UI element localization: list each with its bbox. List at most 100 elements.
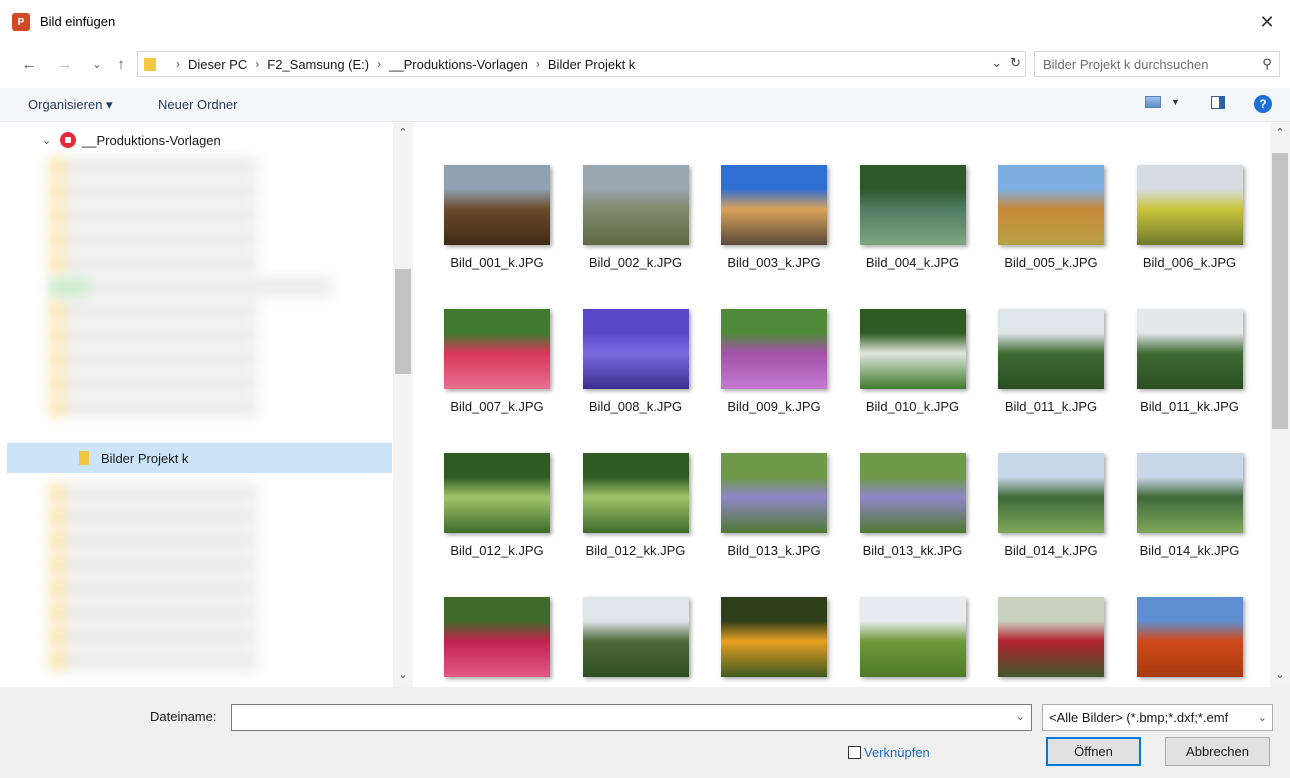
chevron-right-icon: › — [535, 57, 540, 71]
file-type-value: <Alle Bilder> (*.bmp;*.dxf;*.emf — [1049, 710, 1229, 725]
blurred-tree-items — [48, 153, 348, 421]
breadcrumb-item[interactable]: __Produktions-Vorlagen — [389, 57, 528, 72]
file-thumbnail[interactable] — [427, 597, 557, 687]
file-name: Bild_013_kk.JPG — [862, 543, 963, 558]
file-thumbnail[interactable]: Bild_005_k.JPG — [981, 165, 1111, 295]
tree-item-bilder-projekt-k[interactable]: Bilder Projekt k — [7, 443, 392, 473]
image-preview — [721, 309, 827, 389]
image-preview — [444, 597, 550, 677]
file-thumbnail[interactable] — [981, 597, 1111, 687]
scrollbar-thumb[interactable] — [1272, 153, 1288, 429]
file-thumbnail[interactable]: Bild_013_k.JPG — [704, 453, 834, 583]
file-thumbnail[interactable]: Bild_011_k.JPG — [981, 309, 1111, 439]
scroll-up-icon[interactable]: ⌃ — [393, 126, 413, 139]
file-thumbnail[interactable] — [704, 597, 834, 687]
cancel-button[interactable]: Abbrechen — [1165, 737, 1270, 766]
image-preview — [444, 453, 550, 533]
file-name: Bild_003_k.JPG — [727, 255, 821, 270]
image-preview — [1136, 165, 1243, 245]
file-name: Bild_014_k.JPG — [1004, 543, 1098, 558]
file-name: Bild_011_k.JPG — [1004, 399, 1098, 414]
open-button[interactable]: Öffnen — [1046, 737, 1141, 766]
breadcrumb-item[interactable]: Dieser PC — [188, 57, 247, 72]
file-thumbnail[interactable]: Bild_013_kk.JPG — [843, 453, 973, 583]
search-input[interactable]: Bilder Projekt k durchsuchen — [1035, 57, 1255, 72]
close-icon: ✕ — [1259, 11, 1275, 32]
file-thumbnail[interactable]: Bild_008_k.JPG — [566, 309, 696, 439]
folder-icon — [79, 451, 89, 465]
chevron-down-icon: ⌄ — [42, 134, 52, 147]
navigation-bar: ← → ⌄ ↑ › Dieser PC › F2_Samsung (E:) › … — [0, 48, 1290, 80]
file-name: Bild_010_k.JPG — [865, 399, 960, 414]
chevron-right-icon: › — [176, 57, 180, 71]
address-bar[interactable]: › Dieser PC › F2_Samsung (E:) › __Produk… — [137, 51, 1026, 77]
image-preview — [444, 309, 550, 389]
chevron-down-icon[interactable]: ⌄ — [1016, 710, 1025, 723]
preview-pane-button[interactable] — [1211, 96, 1225, 109]
search-icon[interactable]: ⚲ — [1255, 56, 1279, 72]
file-name: Bild_005_k.JPG — [1004, 255, 1098, 270]
file-name: Bild_001_k.JPG — [450, 255, 544, 270]
image-preview — [1136, 453, 1243, 533]
file-thumbnail[interactable] — [843, 597, 973, 687]
image-preview — [721, 597, 827, 677]
file-name: Bild_007_k.JPG — [450, 399, 544, 414]
file-thumbnail[interactable]: Bild_003_k.JPG — [704, 165, 834, 295]
new-folder-button[interactable]: Neuer Ordner — [158, 97, 237, 112]
file-thumbnail[interactable]: Bild_014_kk.JPG — [1120, 453, 1250, 583]
scroll-up-icon[interactable]: ⌃ — [1270, 126, 1290, 139]
scrollbar-thumb[interactable] — [395, 269, 411, 374]
file-thumbnail[interactable]: Bild_002_k.JPG — [566, 165, 696, 295]
file-type-select[interactable]: <Alle Bilder> (*.bmp;*.dxf;*.emf ⌄ — [1042, 704, 1273, 731]
window-title: Bild einfügen — [40, 14, 116, 29]
folder-icon — [144, 57, 156, 71]
navigation-pane-scrollbar[interactable]: ⌃ ⌄ — [393, 123, 413, 687]
file-thumbnail[interactable]: Bild_006_k.JPG — [1120, 165, 1250, 295]
file-name: Bild_006_k.JPG — [1142, 255, 1237, 270]
scroll-down-icon[interactable]: ⌄ — [1270, 668, 1290, 681]
checkbox[interactable] — [848, 746, 861, 759]
image-preview — [582, 165, 689, 245]
refresh-icon[interactable]: ↻ — [1010, 55, 1021, 71]
file-thumbnail[interactable] — [1120, 597, 1250, 687]
change-view-button[interactable]: ▼ — [1145, 96, 1180, 108]
chevron-down-icon: ⌄ — [92, 58, 102, 71]
organize-button[interactable]: Organisieren ▾ — [28, 97, 113, 113]
file-thumbnail[interactable]: Bild_011_kk.JPG — [1120, 309, 1250, 439]
address-dropdown-icon[interactable]: ⌄ — [991, 55, 1002, 71]
file-thumbnail[interactable] — [566, 597, 696, 687]
file-name: Bild_002_k.JPG — [588, 255, 683, 270]
arrow-left-icon: ← — [21, 55, 37, 73]
preview-pane-icon — [1211, 96, 1225, 109]
breadcrumb-item[interactable]: F2_Samsung (E:) — [267, 57, 369, 72]
file-thumbnail[interactable]: Bild_004_k.JPG — [843, 165, 973, 295]
back-button[interactable]: ← — [18, 54, 40, 74]
thumbnail-grid: Bild_001_k.JPG Bild_002_k.JPG Bild_003_k.J… — [413, 123, 1270, 687]
link-checkbox[interactable]: Verknüpfen — [848, 745, 930, 760]
file-thumbnail[interactable]: Bild_014_k.JPG — [981, 453, 1111, 583]
file-thumbnail[interactable]: Bild_012_kk.JPG — [566, 453, 696, 583]
tree-item-produktions-vorlagen[interactable]: ⌄ __Produktions-Vorlagen — [42, 132, 221, 148]
recent-locations-button[interactable]: ⌄ — [86, 54, 108, 74]
file-thumbnail[interactable]: Bild_001_k.JPG — [427, 165, 557, 295]
filename-input[interactable]: ⌄ — [231, 704, 1032, 731]
blurred-tree-items — [48, 479, 348, 675]
filename-label: Dateiname: — [150, 709, 217, 724]
file-thumbnail[interactable]: Bild_010_k.JPG — [843, 309, 973, 439]
breadcrumb-item[interactable]: Bilder Projekt k — [548, 57, 635, 72]
chevron-down-icon: ⌄ — [1257, 711, 1267, 724]
close-button[interactable]: ✕ — [1244, 0, 1290, 44]
forward-button[interactable]: → — [54, 54, 76, 74]
file-thumbnail[interactable]: Bild_012_k.JPG — [427, 453, 557, 583]
caret-down-icon: ▼ — [1171, 97, 1180, 107]
file-thumbnail[interactable]: Bild_007_k.JPG — [427, 309, 557, 439]
help-button[interactable]: ? — [1254, 95, 1272, 113]
dialog-footer: Dateiname: ⌄ <Alle Bilder> (*.bmp;*.dxf;… — [0, 687, 1290, 778]
file-thumbnail[interactable]: Bild_009_k.JPG — [704, 309, 834, 439]
arrow-right-icon: → — [57, 55, 73, 73]
up-button[interactable]: ↑ — [110, 54, 132, 74]
scroll-down-icon[interactable]: ⌄ — [393, 668, 413, 681]
file-list-scrollbar[interactable]: ⌃ ⌄ — [1270, 123, 1290, 687]
image-preview — [859, 597, 966, 677]
search-box[interactable]: Bilder Projekt k durchsuchen ⚲ — [1034, 51, 1280, 77]
